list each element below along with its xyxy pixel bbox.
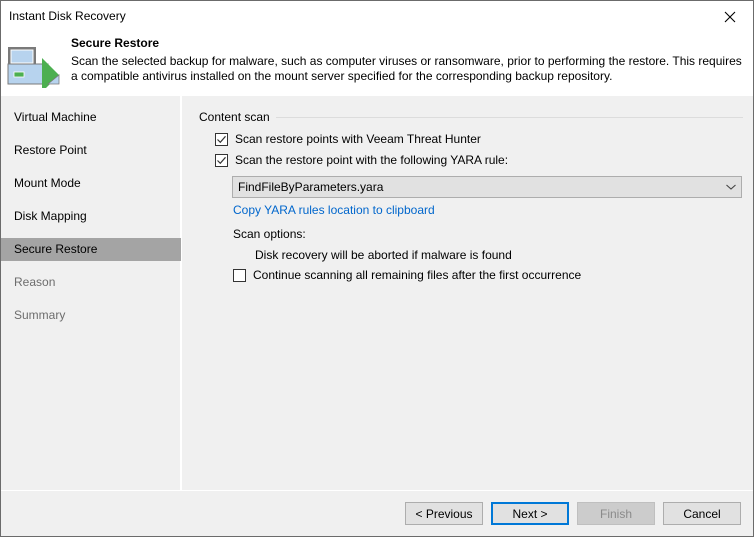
close-button[interactable]	[707, 1, 753, 32]
step-restore-point[interactable]: Restore Point	[1, 139, 181, 162]
group-divider	[199, 117, 743, 118]
yara-rule-select[interactable]: FindFileByParameters.yara	[232, 176, 742, 198]
yara-rule-select-value: FindFileByParameters.yara	[238, 180, 384, 194]
step-virtual-machine[interactable]: Virtual Machine	[1, 106, 181, 129]
threat-hunter-checkbox[interactable]: Scan restore points with Veeam Threat Hu…	[215, 132, 481, 146]
checkbox-box[interactable]	[215, 153, 228, 167]
step-label: Disk Mapping	[14, 209, 87, 223]
yara-rule-label: Scan the restore point with the followin…	[235, 153, 509, 167]
checkbox-box[interactable]	[215, 132, 228, 146]
checkmark-icon	[217, 156, 226, 164]
wizard-header: Secure Restore Scan the selected backup …	[1, 32, 753, 96]
wizard-footer: < Previous Next > Finish Cancel	[1, 490, 753, 536]
step-summary: Summary	[1, 304, 181, 327]
step-disk-mapping[interactable]: Disk Mapping	[1, 205, 181, 228]
threat-hunter-label: Scan restore points with Veeam Threat Hu…	[235, 132, 481, 146]
yara-rule-checkbox[interactable]: Scan the restore point with the followin…	[215, 153, 508, 167]
checkmark-icon	[217, 135, 226, 143]
step-mount-mode[interactable]: Mount Mode	[1, 172, 181, 195]
window-title: Instant Disk Recovery	[9, 9, 126, 23]
page-title: Secure Restore	[71, 36, 160, 50]
step-label: Restore Point	[14, 143, 87, 157]
previous-button[interactable]: < Previous	[405, 502, 483, 525]
copy-yara-location-link[interactable]: Copy YARA rules location to clipboard	[233, 203, 435, 217]
step-label: Reason	[14, 275, 56, 289]
continue-scanning-checkbox[interactable]: Continue scanning all remaining files af…	[233, 268, 581, 282]
step-reason: Reason	[1, 271, 181, 294]
close-icon	[724, 11, 736, 22]
finish-button: Finish	[577, 502, 655, 525]
scan-options-label: Scan options:	[233, 227, 306, 241]
step-label: Virtual Machine	[14, 110, 97, 124]
chevron-down-icon	[726, 184, 736, 190]
checkbox-box[interactable]	[233, 268, 246, 282]
next-button[interactable]: Next >	[491, 502, 569, 525]
wizard-steps: Virtual Machine Restore Point Mount Mode…	[1, 96, 181, 490]
step-label: Summary	[14, 308, 66, 322]
page-description: Scan the selected backup for malware, su…	[71, 54, 742, 83]
continue-scanning-label: Continue scanning all remaining files af…	[253, 268, 582, 282]
title-bar: Instant Disk Recovery	[1, 1, 753, 32]
restore-wizard-icon	[7, 47, 60, 88]
content-scan-group-label: Content scan	[199, 110, 276, 124]
step-secure-restore[interactable]: Secure Restore	[1, 238, 181, 261]
secure-restore-panel: Content scan Scan restore points with Ve…	[182, 96, 753, 490]
abort-note: Disk recovery will be aborted if malware…	[255, 248, 512, 262]
step-label: Mount Mode	[14, 176, 81, 190]
step-label: Secure Restore	[14, 242, 98, 256]
cancel-button[interactable]: Cancel	[663, 502, 741, 525]
instant-disk-recovery-dialog: Instant Disk Recovery Secure Restore Sca…	[0, 0, 754, 537]
